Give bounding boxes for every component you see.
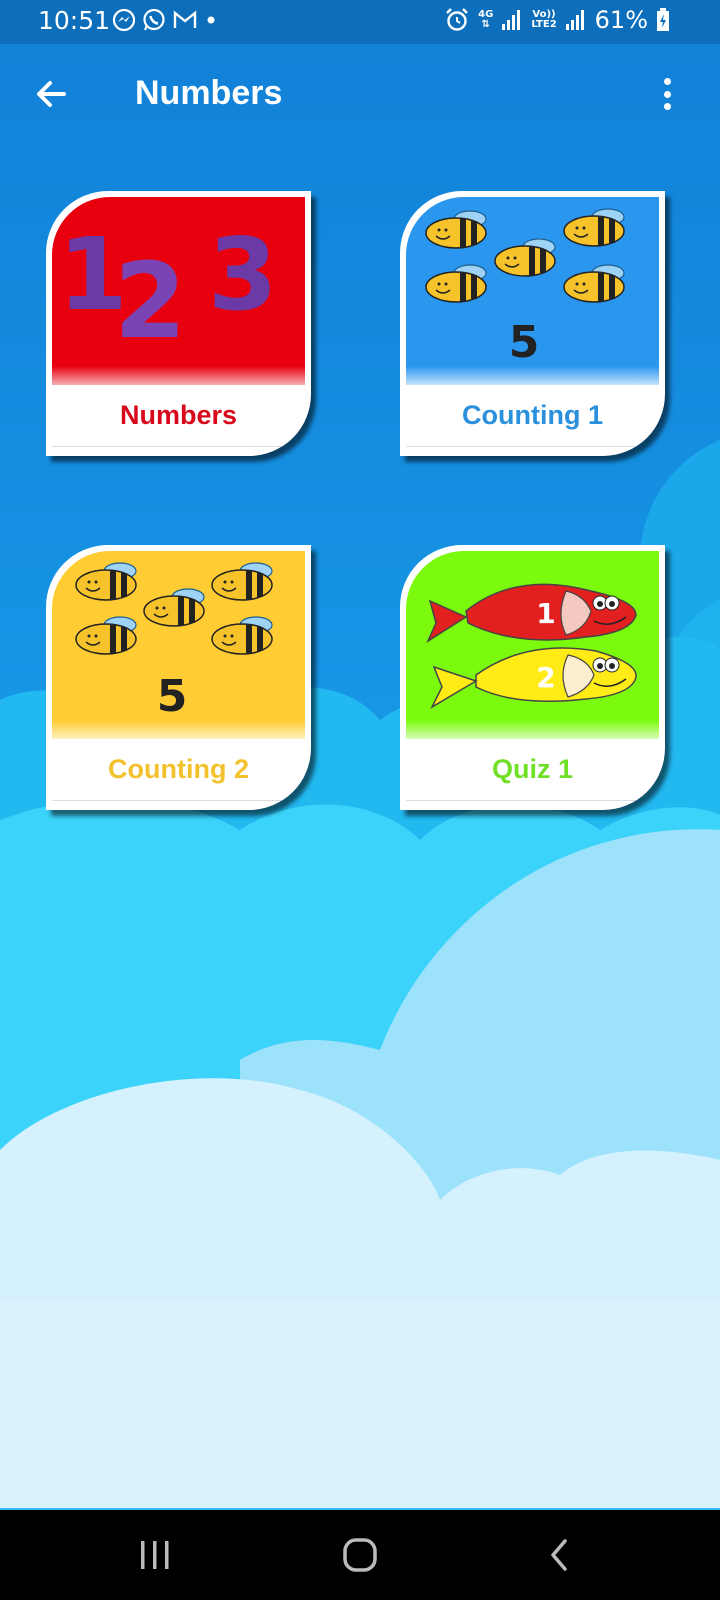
two-fish-image: 1 2	[406, 551, 659, 739]
back-button[interactable]	[30, 72, 74, 116]
notification-icons	[112, 8, 218, 32]
more-vertical-icon	[663, 78, 671, 85]
card-label: Quiz 1	[406, 739, 659, 801]
svg-text:3: 3	[208, 216, 278, 333]
app-bar: Numbers	[0, 44, 720, 144]
card-label: Counting 2	[52, 739, 305, 801]
arrow-left-icon	[37, 81, 66, 107]
card-numbers[interactable]: 1 2 3 Numbers	[46, 191, 311, 456]
svg-text:5: 5	[509, 317, 540, 368]
status-time: 10:51	[38, 6, 111, 35]
status-bar: 10:51 4G ⇅ Vo)) LTE2 61%	[0, 0, 720, 44]
signal-2-icon	[565, 10, 584, 30]
five-bees-image: 5	[52, 551, 305, 739]
card-label: Counting 1	[406, 385, 659, 447]
recents-icon	[141, 1541, 169, 1569]
home-button[interactable]	[330, 1530, 390, 1580]
recents-button[interactable]	[125, 1530, 185, 1580]
menu-dot	[663, 90, 671, 98]
home-icon	[343, 1538, 377, 1572]
battery-charging-icon	[657, 8, 669, 31]
volte-indicator: Vo)) LTE2	[531, 9, 557, 30]
whatsapp-icon	[143, 8, 165, 31]
system-nav-bar	[0, 1508, 720, 1600]
card-counting-2[interactable]: 5 Counting 2	[46, 545, 311, 810]
gmail-icon	[173, 10, 197, 28]
alarm-icon	[446, 8, 469, 31]
messenger-icon	[112, 8, 136, 32]
status-right: 4G ⇅ Vo)) LTE2 61%	[444, 6, 670, 34]
svg-text:2: 2	[536, 661, 555, 694]
svg-text:1: 1	[536, 597, 555, 630]
five-bees-image: 5	[406, 197, 659, 385]
svg-text:2: 2	[114, 240, 186, 362]
nav-back-button[interactable]	[530, 1530, 590, 1580]
nav-back-icon	[551, 1539, 567, 1571]
signal-1-icon	[502, 10, 521, 30]
card-quiz-1[interactable]: 1 2 Quiz 1	[400, 545, 665, 810]
more-options-button[interactable]	[654, 74, 680, 114]
dot-icon	[207, 16, 215, 24]
menu-dot	[663, 103, 671, 110]
svg-text:5: 5	[157, 671, 188, 722]
page-title: Numbers	[135, 74, 283, 112]
card-counting-1[interactable]: 5 Counting 1	[400, 191, 665, 456]
network-4g: 4G ⇅	[478, 9, 494, 30]
numbers-image: 1 2 3	[52, 197, 305, 385]
battery-percent: 61%	[594, 6, 648, 34]
card-label: Numbers	[52, 385, 305, 447]
